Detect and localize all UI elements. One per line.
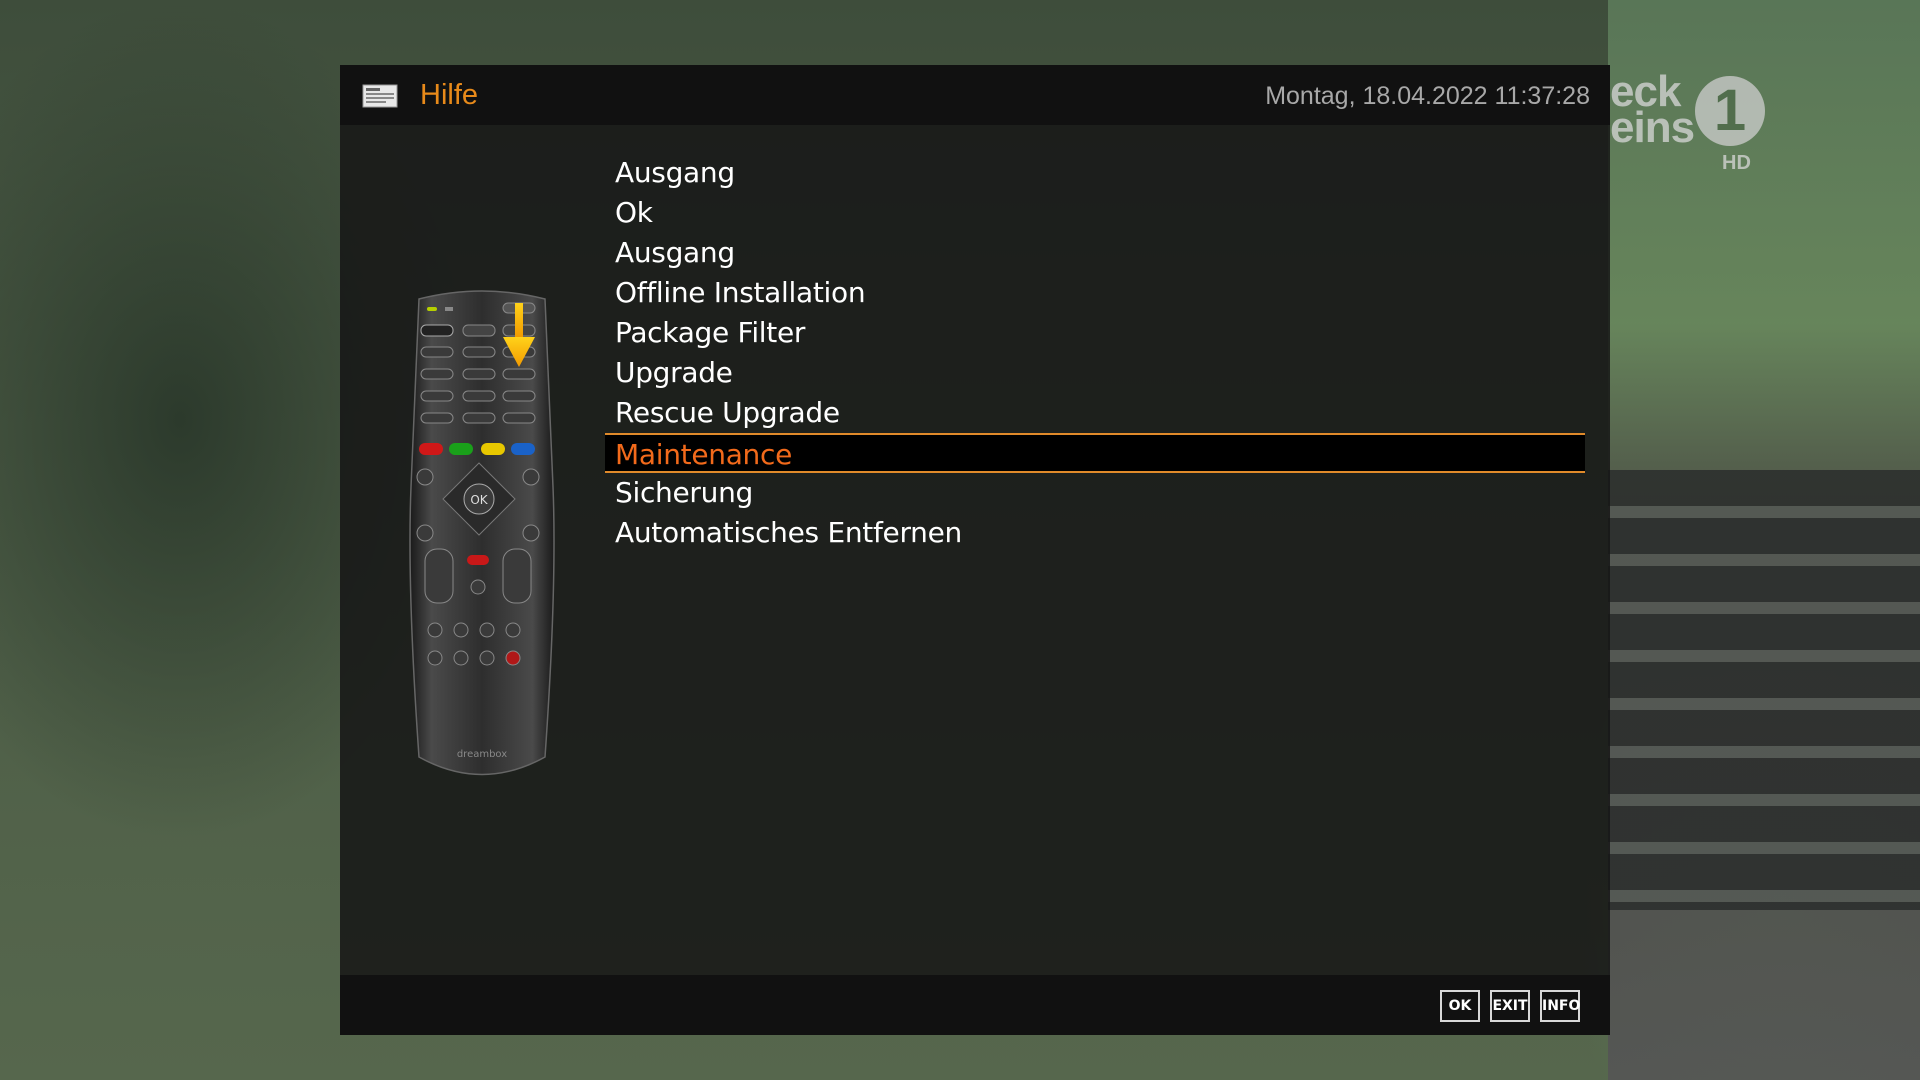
channel-logo-number: 1 [1695,76,1765,146]
help-window: Hilfe Montag, 18.04.2022 11:37:28 OK dre… [340,65,1610,1035]
remote-control-icon: OK dreambox [409,290,555,776]
menu-item[interactable]: Automatisches Entfernen [605,513,1585,553]
channel-logo-text: eck eins [1610,67,1695,152]
menu-item[interactable]: Sicherung [605,473,1585,513]
datetime-display: Montag, 18.04.2022 11:37:28 [1265,82,1590,110]
menu-item[interactable]: Package Filter [605,313,1585,353]
tv-background-bench [1608,470,1920,910]
exit-key-button[interactable]: EXIT [1490,990,1530,1022]
ok-key-button[interactable]: OK [1440,990,1480,1022]
channel-logo: eck eins 1 HD [1610,70,1770,180]
channel-hd-label: HD [1722,152,1751,174]
info-key-button[interactable]: INFO [1540,990,1580,1022]
menu-item[interactable]: Offline Installation [605,273,1585,313]
menu-item[interactable]: Rescue Upgrade [605,393,1585,433]
window-footer: OK EXIT INFO [340,975,1610,1035]
menu-item-selected[interactable]: Maintenance [605,433,1585,473]
menu-item[interactable]: Ok [605,193,1585,233]
page-title: Hilfe [420,79,479,111]
window-header: Hilfe Montag, 18.04.2022 11:37:28 [340,65,1610,125]
svg-text:OK: OK [470,493,488,507]
help-menu-list: Ausgang Ok Ausgang Offline Installation Pack… [605,153,1585,553]
menu-item[interactable]: Ausgang [605,153,1585,193]
remote-brand: dreambox [457,749,507,760]
menu-item[interactable]: Upgrade [605,353,1585,393]
help-book-icon [362,84,398,108]
menu-item[interactable]: Ausgang [605,233,1585,273]
